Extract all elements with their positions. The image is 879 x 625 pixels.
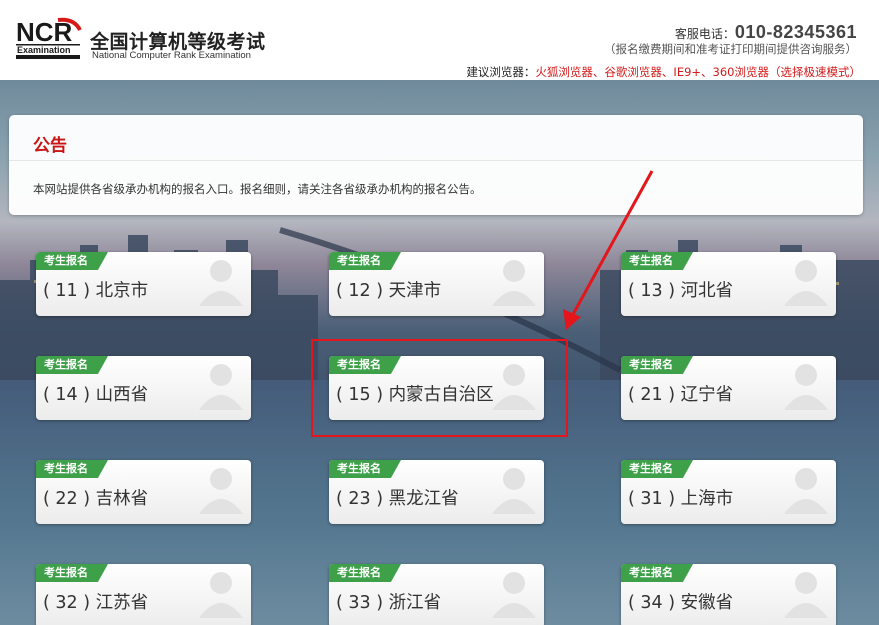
province-card-33[interactable]: 考生报名 ( 33 ) 浙江省 xyxy=(329,564,544,625)
province-label: ( 33 ) 浙江省 xyxy=(336,593,442,613)
avatar-icon xyxy=(784,468,828,514)
logo-small-text: Examination xyxy=(17,45,71,55)
hotline: 客服电话：010-82345361 xyxy=(675,22,857,43)
avatar-icon xyxy=(784,260,828,306)
province-label: ( 32 ) 江苏省 xyxy=(43,593,149,613)
browser-recommendation: 建议浏览器：火狐浏览器、谷歌浏览器、IE9+、360浏览器（选择极速模式） xyxy=(466,64,861,80)
avatar-icon xyxy=(199,364,243,410)
province-label: ( 14 ) 山西省 xyxy=(43,385,149,405)
annotation-highlight-box xyxy=(311,339,568,437)
province-card-34[interactable]: 考生报名 ( 34 ) 安徽省 xyxy=(621,564,836,625)
browser-label: 建议浏览器： xyxy=(466,65,536,79)
announcement-panel: 公告 本网站提供各省级承办机构的报名入口。报名细则，请关注各省级承办机构的报名公… xyxy=(9,115,863,215)
province-label: ( 23 ) 黑龙江省 xyxy=(336,489,459,509)
province-card-22[interactable]: 考生报名 ( 22 ) 吉林省 xyxy=(36,460,251,524)
register-badge: 考生报名 xyxy=(36,460,108,478)
avatar-icon xyxy=(199,468,243,514)
province-card-12[interactable]: 考生报名 ( 12 ) 天津市 xyxy=(329,252,544,316)
register-badge: 考生报名 xyxy=(621,356,693,374)
province-card-13[interactable]: 考生报名 ( 13 ) 河北省 xyxy=(621,252,836,316)
register-badge: 考生报名 xyxy=(329,564,401,582)
announcement-text: 本网站提供各省级承办机构的报名入口。报名细则，请关注各省级承办机构的报名公告。 xyxy=(33,182,482,196)
browser-list: 火狐浏览器、谷歌浏览器、IE9+、360浏览器（选择极速模式） xyxy=(535,65,861,79)
site-subtitle: National Computer Rank Examination xyxy=(92,50,251,61)
province-label: ( 13 ) 河北省 xyxy=(628,281,734,301)
avatar-icon xyxy=(784,572,828,618)
province-card-21[interactable]: 考生报名 ( 21 ) 辽宁省 xyxy=(621,356,836,420)
province-label: ( 11 ) 北京市 xyxy=(43,281,149,301)
avatar-icon xyxy=(492,572,536,618)
register-badge: 考生报名 xyxy=(621,252,693,270)
announcement-divider xyxy=(9,160,863,161)
province-card-23[interactable]: 考生报名 ( 23 ) 黑龙江省 xyxy=(329,460,544,524)
avatar-icon xyxy=(492,260,536,306)
register-badge: 考生报名 xyxy=(621,460,693,478)
register-badge: 考生报名 xyxy=(621,564,693,582)
province-card-14[interactable]: 考生报名 ( 14 ) 山西省 xyxy=(36,356,251,420)
province-card-11[interactable]: 考生报名 ( 11 ) 北京市 xyxy=(36,252,251,316)
site-header: NCR Examination 全国计算机等级考试 National Compu… xyxy=(0,0,879,80)
register-badge: 考生报名 xyxy=(36,252,108,270)
province-card-31[interactable]: 考生报名 ( 31 ) 上海市 xyxy=(621,460,836,524)
province-label: ( 21 ) 辽宁省 xyxy=(628,385,734,405)
hotline-number: 010-82345361 xyxy=(734,22,857,42)
ncre-logo: NCR Examination xyxy=(16,17,82,59)
province-label: ( 31 ) 上海市 xyxy=(628,489,734,509)
avatar-icon xyxy=(199,572,243,618)
register-badge: 考生报名 xyxy=(36,564,108,582)
hotline-label: 客服电话： xyxy=(674,27,735,41)
province-label: ( 22 ) 吉林省 xyxy=(43,489,149,509)
register-badge: 考生报名 xyxy=(329,460,401,478)
hotline-note: （报名缴费期间和准考证打印期间提供咨询服务） xyxy=(604,42,857,56)
avatar-icon xyxy=(492,468,536,514)
province-label: ( 34 ) 安徽省 xyxy=(628,593,734,613)
avatar-icon xyxy=(784,364,828,410)
register-badge: 考生报名 xyxy=(329,252,401,270)
announcement-title: 公告 xyxy=(33,136,67,156)
register-badge: 考生报名 xyxy=(36,356,108,374)
avatar-icon xyxy=(199,260,243,306)
province-card-32[interactable]: 考生报名 ( 32 ) 江苏省 xyxy=(36,564,251,625)
province-label: ( 12 ) 天津市 xyxy=(336,281,442,301)
